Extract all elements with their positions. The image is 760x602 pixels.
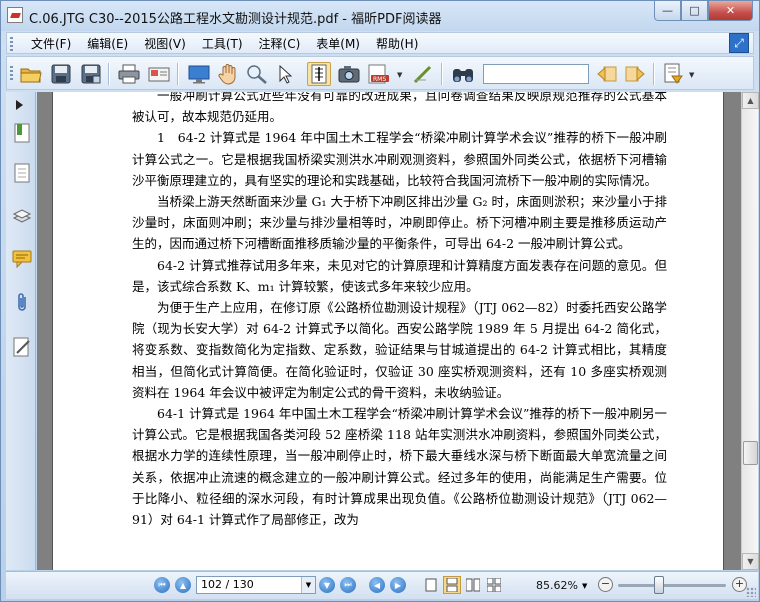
paragraph[interactable]: 64-2 计算式推荐试用多年来，未见对它的计算原理和计算精度方面发表存在问题的意…	[132, 255, 667, 297]
paragraph[interactable]: 一般冲刷计算公式近些年没有可靠的改进成果，且问卷调查结果反映原规范推荐的公式基本…	[132, 92, 667, 127]
menu-comment[interactable]: 注释(C)	[251, 36, 309, 52]
panel-expand-icon[interactable]	[16, 100, 23, 110]
menu-form[interactable]: 表单(M)	[308, 36, 368, 52]
bookmarks-icon[interactable]	[12, 122, 32, 144]
select-arrow-icon[interactable]	[273, 62, 297, 86]
pages-thumbnail-icon[interactable]	[12, 162, 32, 184]
menubar-grip[interactable]	[10, 37, 13, 51]
minimize-button[interactable]: —	[654, 1, 681, 21]
menu-tools[interactable]: 工具(T)	[194, 36, 251, 52]
zoom-dropdown-arrow[interactable]: ▼	[582, 582, 587, 590]
document-view[interactable]: 一般冲刷计算公式近些年没有可靠的改进成果，且问卷调查结果反映原规范推荐的公式基本…	[37, 92, 741, 570]
find-next-icon[interactable]	[623, 62, 647, 86]
zoom-tool-icon[interactable]	[245, 62, 269, 86]
svg-text:RMS: RMS	[373, 76, 386, 83]
search-input[interactable]	[483, 64, 589, 84]
binoculars-search-icon[interactable]	[451, 62, 475, 86]
first-page-icon[interactable]: ⏮	[154, 577, 170, 593]
previous-page-icon[interactable]: ▲	[175, 577, 191, 593]
continuous-facing-view-icon[interactable]	[485, 576, 503, 594]
zoom-slider-track[interactable]	[618, 584, 726, 587]
go-back-icon[interactable]: ◀	[369, 577, 385, 593]
paragraph[interactable]: 1 64-2 计算式是 1964 年中国土木工程学会“桥梁冲刷计算学术会议”推荐…	[132, 127, 667, 191]
page-dropdown-arrow[interactable]: ▼	[301, 577, 315, 593]
vertical-scrollbar[interactable]: ▲ ▼	[741, 92, 759, 570]
print-icon[interactable]	[117, 62, 141, 86]
toolbar-separator	[653, 63, 654, 85]
next-page-icon[interactable]: ▼	[319, 577, 335, 593]
toolbar-grip[interactable]	[10, 66, 13, 80]
signatures-icon[interactable]	[12, 336, 32, 358]
title-bar: C.06.JTG C30--2015公路工程水文勘测设计规范.pdf - 福昕P…	[1, 1, 759, 31]
toolbar-separator	[108, 63, 109, 85]
find-options-icon[interactable]	[661, 62, 685, 86]
rms-dropdown-arrow[interactable]: ▼	[397, 71, 402, 79]
main-toolbar: RMS ▼ ▼	[6, 56, 754, 90]
paragraph[interactable]: 64-1 计算式是 1964 年中国土木工程学会“桥梁冲刷计算学术会议”推荐的桥…	[132, 403, 667, 530]
menu-help[interactable]: 帮助(H)	[368, 36, 426, 52]
menu-view[interactable]: 视图(V)	[136, 36, 194, 52]
hand-tool-icon[interactable]	[216, 62, 240, 86]
find-previous-icon[interactable]	[595, 62, 619, 86]
layers-icon[interactable]	[12, 205, 32, 227]
scroll-thumb[interactable]	[743, 441, 758, 465]
pdf-page[interactable]: 一般冲刷计算公式近些年没有可靠的改进成果，且问卷调查结果反映原规范推荐的公式基本…	[52, 92, 724, 570]
zoom-out-button[interactable]: −	[598, 577, 613, 592]
facing-view-icon[interactable]	[464, 576, 482, 594]
fullscreen-icon[interactable]: ⤢	[729, 33, 749, 53]
menu-list: 文件(F) 编辑(E) 视图(V) 工具(T) 注释(C) 表单(M) 帮助(H…	[19, 36, 426, 52]
close-button[interactable]: ✕	[708, 1, 753, 21]
status-bar: ⏮ ▲ 102 / 130 ▼ ▼ ⏭ ◀ ▶ 85.62% ▼ − +	[6, 571, 758, 599]
menu-bar: 文件(F) 编辑(E) 视图(V) 工具(T) 注释(C) 表单(M) 帮助(H…	[6, 32, 754, 54]
paragraph[interactable]: 当桥梁上游天然断面来沙量 G₁ 大于桥下冲刷区排出沙量 G₂ 时，床面则淤积；来…	[132, 191, 667, 255]
zoom-in-button[interactable]: +	[732, 577, 747, 592]
attachments-paperclip-icon[interactable]	[12, 292, 32, 314]
continuous-view-icon[interactable]	[443, 576, 461, 594]
snapshot-camera-icon[interactable]	[337, 62, 361, 86]
paragraph[interactable]: 为便于生产上应用，在修订原《公路桥位勘测设计规程》（JTJ 062—82）时委托…	[132, 297, 667, 403]
zoom-level[interactable]: 85.62%	[536, 579, 578, 592]
email-icon[interactable]	[147, 62, 171, 86]
menu-file[interactable]: 文件(F)	[19, 36, 79, 52]
zoom-slider-thumb[interactable]	[654, 576, 664, 594]
maximize-button[interactable]: □	[681, 1, 708, 21]
full-screen-monitor-icon[interactable]	[187, 62, 211, 86]
app-window: C.06.JTG C30--2015公路工程水文勘测设计规范.pdf - 福昕P…	[0, 0, 760, 602]
open-folder-icon[interactable]	[19, 62, 43, 86]
page-number-field[interactable]: 102 / 130 ▼	[196, 576, 316, 594]
single-page-view-icon[interactable]	[422, 576, 440, 594]
scroll-down-icon[interactable]: ▼	[742, 553, 759, 570]
save-icon[interactable]	[49, 62, 73, 86]
resize-grip[interactable]	[746, 587, 756, 597]
page-number-text: 102 / 130	[201, 578, 254, 591]
navigation-panel	[6, 92, 36, 570]
comments-icon[interactable]	[12, 248, 32, 270]
page-text[interactable]: 一般冲刷计算公式近些年没有可靠的改进成果，且问卷调查结果反映原规范推荐的公式基本…	[132, 92, 667, 530]
menu-edit[interactable]: 编辑(E)	[79, 36, 136, 52]
foxit-app-icon[interactable]	[7, 7, 23, 23]
toolbar-separator	[441, 63, 442, 85]
last-page-icon[interactable]: ⏭	[340, 577, 356, 593]
save-as-icon[interactable]	[79, 62, 103, 86]
go-forward-icon[interactable]: ▶	[390, 577, 406, 593]
sign-pen-icon[interactable]	[411, 62, 435, 86]
find-options-dropdown-arrow[interactable]: ▼	[689, 71, 694, 79]
window-controls: — □ ✕	[654, 1, 753, 21]
scroll-up-icon[interactable]: ▲	[742, 92, 759, 109]
select-text-icon[interactable]	[307, 62, 331, 86]
toolbar-separator	[177, 63, 178, 85]
window-title: C.06.JTG C30--2015公路工程水文勘测设计规范.pdf - 福昕P…	[29, 12, 442, 27]
rms-icon[interactable]: RMS	[367, 62, 391, 86]
